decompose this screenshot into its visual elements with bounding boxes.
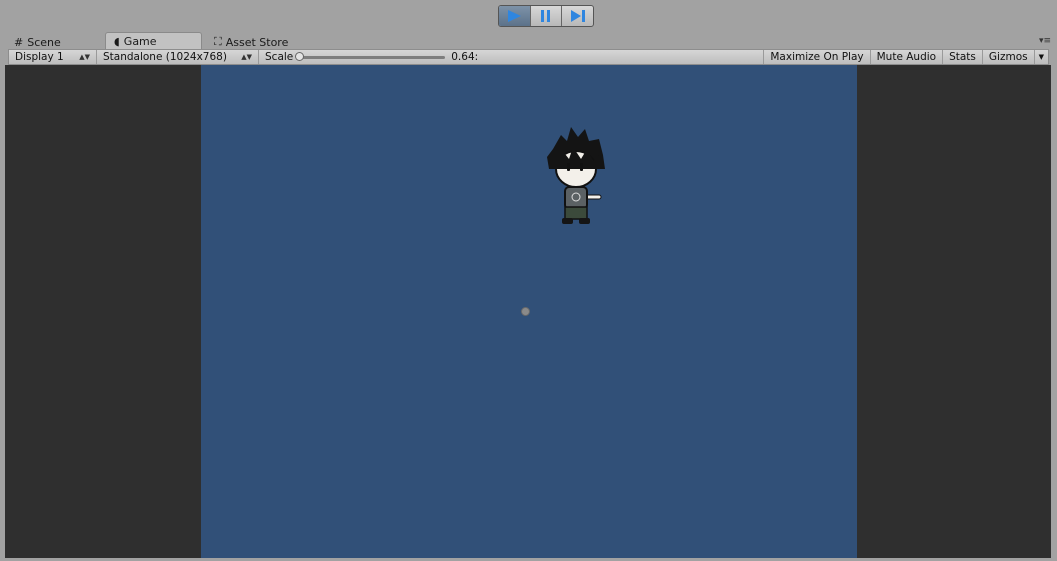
mute-audio-toggle[interactable]: Mute Audio [871,50,944,64]
play-button[interactable] [499,6,531,26]
toolbar-spacer [484,50,765,64]
pause-icon [541,10,550,22]
top-toolbar [0,0,1057,32]
tab-scene-label: Scene [27,35,61,49]
game-viewport[interactable] [5,65,1051,558]
display-label: Display 1 [15,51,64,63]
pacman-icon: ◖ [114,34,120,48]
scale-value: 0.64: [451,51,479,63]
scale-control: Scale 0.64: [259,50,484,64]
object-marker-dot [521,307,530,316]
scale-slider-thumb[interactable] [295,51,305,61]
gizmos-toggle[interactable]: Gizmos [983,50,1035,64]
tab-asset-store[interactable]: ⛶ Asset Store [214,34,288,50]
dropdown-arrow-icon: ▼ [1038,53,1044,61]
step-button[interactable] [562,6,593,26]
mute-audio-label: Mute Audio [876,51,937,63]
game-render-area[interactable] [201,65,857,558]
bag-icon: ⛶ [214,35,222,48]
gizmos-dropdown[interactable]: ▼ [1035,50,1048,64]
maximize-on-play-toggle[interactable]: Maximize On Play [764,50,871,64]
pause-button[interactable] [531,6,563,26]
player-character [547,127,605,224]
play-icon [508,10,522,22]
step-icon [570,10,585,22]
game-toolbar: Display 1 ▲▼ Standalone (1024x768) ▲▼ Sc… [8,49,1049,65]
tab-game[interactable]: ◖ Game [105,32,202,49]
resolution-dropdown[interactable]: Standalone (1024x768) ▲▼ [97,50,259,64]
gizmos-label: Gizmos [988,51,1028,63]
dropdown-arrow-icon: ▲▼ [241,53,252,61]
dropdown-arrow-icon: ▲▼ [79,53,90,61]
tab-game-label: Game [123,34,157,48]
scale-label: Scale [265,51,294,63]
maximize-on-play-label: Maximize On Play [770,51,864,63]
grid-icon: # [14,35,24,49]
tab-menu-icon[interactable]: ▾≡ [1039,36,1051,46]
resolution-label: Standalone (1024x768) [103,51,227,63]
scale-slider[interactable] [295,51,446,61]
play-controls [498,5,594,27]
stats-toggle[interactable]: Stats [943,50,983,64]
tab-scene[interactable]: # Scene [14,34,61,50]
stats-label: Stats [949,51,976,63]
display-dropdown[interactable]: Display 1 ▲▼ [9,50,97,64]
tab-asset-store-label: Asset Store [225,35,289,49]
